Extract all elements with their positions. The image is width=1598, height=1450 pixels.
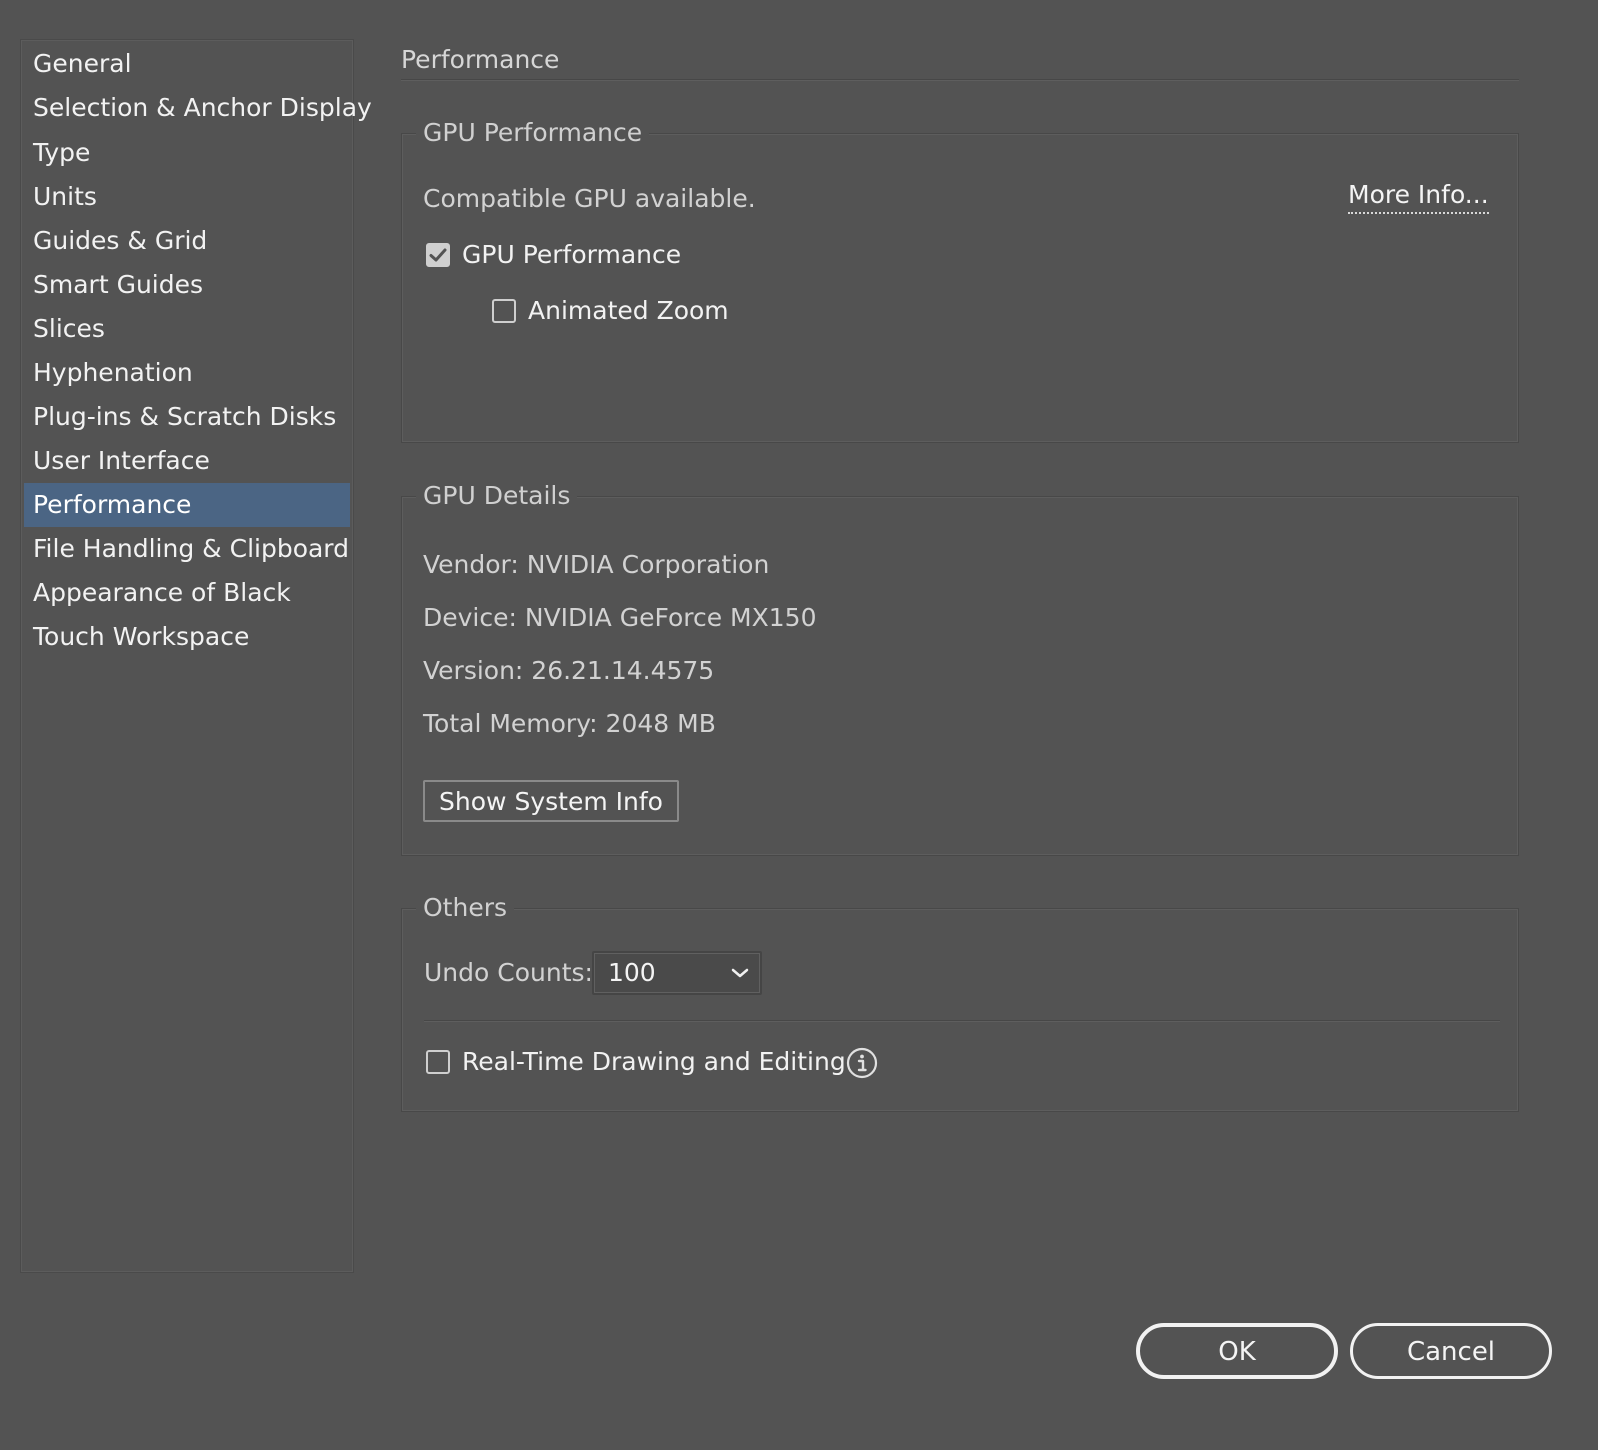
sidebar-item-selection-anchor-display[interactable]: Selection & Anchor Display	[24, 86, 372, 130]
undo-counts-select[interactable]: 100	[592, 951, 762, 995]
sidebar-item-guides-grid[interactable]: Guides & Grid	[24, 219, 350, 263]
sidebar-item-type[interactable]: Type	[24, 131, 350, 175]
gpu-device-text: Device: NVIDIA GeForce MX150	[423, 603, 817, 632]
page-title: Performance	[401, 45, 560, 74]
gpu-performance-checkbox-row[interactable]: GPU Performance	[426, 238, 681, 272]
sidebar-item-user-interface[interactable]: User Interface	[24, 439, 350, 483]
sidebar-item-smart-guides[interactable]: Smart Guides	[24, 263, 350, 307]
sidebar-item-plugins-scratch-disks[interactable]: Plug-ins & Scratch Disks	[24, 395, 350, 439]
undo-counts-value: 100	[608, 958, 656, 987]
sidebar-item-hyphenation[interactable]: Hyphenation	[24, 351, 350, 395]
title-divider	[401, 79, 1519, 81]
chevron-down-icon	[731, 968, 749, 978]
checkmark-icon	[429, 248, 447, 262]
sidebar: General Selection & Anchor Display Type …	[20, 39, 372, 1273]
others-group: Others Undo Counts: 100 Real-Time Drawin…	[401, 891, 1519, 1112]
sidebar-item-touch-workspace[interactable]: Touch Workspace	[24, 615, 350, 659]
gpu-version-text: Version: 26.21.14.4575	[423, 656, 715, 685]
preferences-dialog: General Selection & Anchor Display Type …	[0, 0, 1598, 1450]
info-icon[interactable]	[846, 1047, 878, 1079]
more-info-link[interactable]: More Info...	[1348, 178, 1489, 214]
sidebar-item-appearance-of-black[interactable]: Appearance of Black	[24, 571, 350, 615]
gpu-performance-group: GPU Performance Compatible GPU available…	[401, 116, 1519, 443]
animated-zoom-checkbox-row[interactable]: Animated Zoom	[492, 294, 729, 328]
realtime-drawing-checkbox-row[interactable]: Real-Time Drawing and Editing	[426, 1045, 846, 1079]
cancel-button[interactable]: Cancel	[1350, 1323, 1552, 1379]
gpu-performance-legend: GPU Performance	[416, 116, 650, 150]
gpu-details-group: GPU Details Vendor: NVIDIA Corporation D…	[401, 479, 1519, 856]
gpu-performance-checkbox-label: GPU Performance	[462, 240, 682, 269]
sidebar-item-general[interactable]: General	[24, 42, 350, 86]
gpu-memory-text: Total Memory: 2048 MB	[423, 709, 716, 738]
others-legend: Others	[416, 891, 515, 925]
sidebar-item-performance[interactable]: Performance	[24, 483, 350, 527]
others-divider	[424, 1020, 1500, 1022]
animated-zoom-checkbox-label: Animated Zoom	[528, 296, 729, 325]
gpu-details-legend: GPU Details	[416, 479, 578, 513]
animated-zoom-checkbox[interactable]	[492, 299, 516, 323]
sidebar-item-slices[interactable]: Slices	[24, 307, 350, 351]
sidebar-item-file-handling-clipboard[interactable]: File Handling & Clipboard	[24, 527, 350, 571]
gpu-performance-checkbox[interactable]	[426, 243, 450, 267]
sidebar-item-units[interactable]: Units	[24, 175, 350, 219]
gpu-status-text: Compatible GPU available.	[423, 184, 756, 213]
undo-counts-label: Undo Counts:	[424, 958, 593, 987]
gpu-vendor-text: Vendor: NVIDIA Corporation	[423, 550, 770, 579]
realtime-drawing-checkbox-label: Real-Time Drawing and Editing	[462, 1047, 846, 1076]
ok-button[interactable]: OK	[1136, 1323, 1338, 1379]
realtime-drawing-checkbox[interactable]	[426, 1050, 450, 1074]
show-system-info-button[interactable]: Show System Info	[423, 780, 679, 822]
